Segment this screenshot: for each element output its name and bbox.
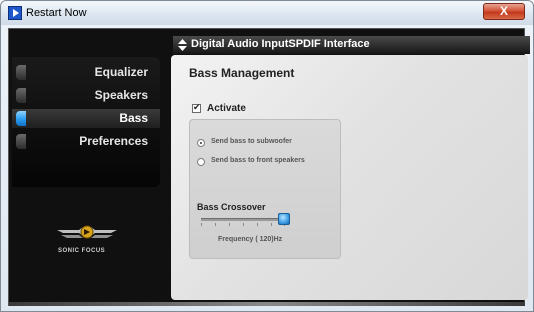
bass-management-panel: Bass Management Activate Send bass to su… — [171, 55, 528, 300]
slider-tick — [243, 223, 244, 226]
tab-indicator — [16, 88, 26, 103]
app-icon — [8, 6, 22, 20]
slider-tick — [229, 223, 230, 226]
subwoofer-radio[interactable] — [197, 139, 205, 147]
front-speakers-radio[interactable] — [197, 158, 205, 166]
crossover-slider-thumb[interactable] — [278, 213, 290, 225]
crossover-slider-track[interactable] — [201, 218, 285, 221]
tab-indicator — [16, 134, 26, 149]
slider-tick — [257, 223, 258, 226]
window-title: Restart Now — [26, 7, 87, 19]
nav-panel: Equalizer Speakers Bass Preferences — [12, 57, 160, 187]
nav-item-label: Equalizer — [94, 65, 148, 79]
tab-indicator — [16, 111, 26, 126]
slider-tick — [215, 223, 216, 226]
slider-tick — [271, 223, 272, 226]
nav-item-bass[interactable]: Bass — [12, 109, 160, 128]
logo-text: SONIC FOCUS — [58, 248, 106, 254]
updown-arrow-icon[interactable] — [178, 39, 187, 51]
close-button[interactable]: X — [483, 3, 525, 20]
slider-tick — [201, 223, 202, 226]
nav-item-equalizer[interactable]: Equalizer — [12, 63, 160, 82]
activate-checkbox[interactable] — [192, 102, 201, 113]
tab-indicator — [16, 65, 26, 80]
activate-label: Activate — [207, 103, 246, 114]
subwoofer-label: Send bass to subwoofer — [211, 138, 292, 145]
input-header[interactable]: Digital Audio InputSPDIF Interface — [173, 36, 530, 54]
title-bar[interactable]: Restart Now X — [1, 1, 533, 25]
nav-item-label: Bass — [119, 111, 148, 125]
nav-item-preferences[interactable]: Preferences — [12, 132, 160, 151]
panel-title: Bass Management — [189, 66, 295, 80]
bass-crossover-label: Bass Crossover — [197, 202, 266, 212]
frequency-readout: Frequency ( 120)Hz — [218, 236, 283, 243]
nav-item-label: Preferences — [79, 134, 148, 148]
sonic-focus-logo — [57, 225, 117, 239]
bottom-edge — [9, 302, 525, 306]
nav-item-speakers[interactable]: Speakers — [12, 86, 160, 105]
nav-item-label: Speakers — [94, 88, 148, 102]
front-speakers-label: Send bass to front speakers — [211, 157, 305, 164]
input-source-label: Digital Audio InputSPDIF Interface — [191, 38, 370, 50]
